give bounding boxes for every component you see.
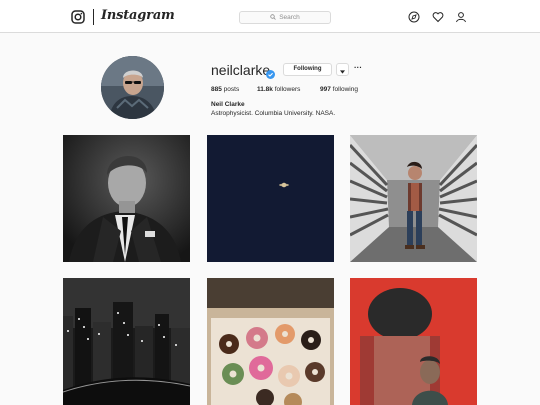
instagram-camera-icon[interactable] [71, 10, 85, 24]
top-nav: Instagram Search [0, 0, 540, 33]
post-tile-saturn-in-night-sky[interactable] [207, 135, 334, 262]
user-icon[interactable] [455, 11, 467, 23]
profile-avatar[interactable] [101, 56, 164, 119]
search-placeholder: Search [279, 14, 300, 21]
posts-label: posts [223, 86, 240, 93]
search-input[interactable]: Search [239, 11, 331, 24]
followers-label: followers [274, 86, 301, 93]
posts-count: 885 [211, 86, 222, 93]
verified-badge-icon [266, 66, 275, 79]
posts-stat[interactable]: 885 posts [211, 86, 257, 93]
ellipsis-icon: ··· [354, 63, 362, 72]
profile-stats: 885 posts 11.8k followers 997 following [211, 86, 358, 93]
post-tile-man-under-red-shadow[interactable] [350, 278, 477, 405]
profile-username: neilclarke [211, 62, 271, 78]
post-tile-man-in-light-tunnel[interactable] [350, 135, 477, 262]
following-label: following [332, 86, 358, 93]
following-button[interactable]: Following [283, 63, 332, 76]
following-count: 997 [320, 86, 331, 93]
heart-icon[interactable] [432, 11, 444, 23]
more-options-button[interactable]: ··· [352, 63, 364, 76]
search-icon [270, 13, 276, 22]
nav-divider [93, 9, 94, 25]
post-tile-box-of-donuts[interactable] [207, 278, 334, 405]
compass-icon[interactable] [408, 11, 420, 23]
followers-count: 11.8k [257, 86, 273, 93]
profile-full-name: Neil Clarke [211, 101, 245, 108]
instagram-wordmark[interactable]: Instagram [101, 8, 175, 23]
followers-stat[interactable]: 11.8k followers [257, 86, 320, 93]
suggested-dropdown-button[interactable] [336, 63, 349, 76]
following-stat[interactable]: 997 following [320, 86, 358, 93]
profile-bio: Astrophysicist. Columbia University. NAS… [211, 110, 336, 117]
chevron-down-icon [340, 61, 345, 79]
post-tile-man-in-suit-portrait[interactable] [63, 135, 190, 262]
post-tile-night-city-skyline[interactable] [63, 278, 190, 405]
